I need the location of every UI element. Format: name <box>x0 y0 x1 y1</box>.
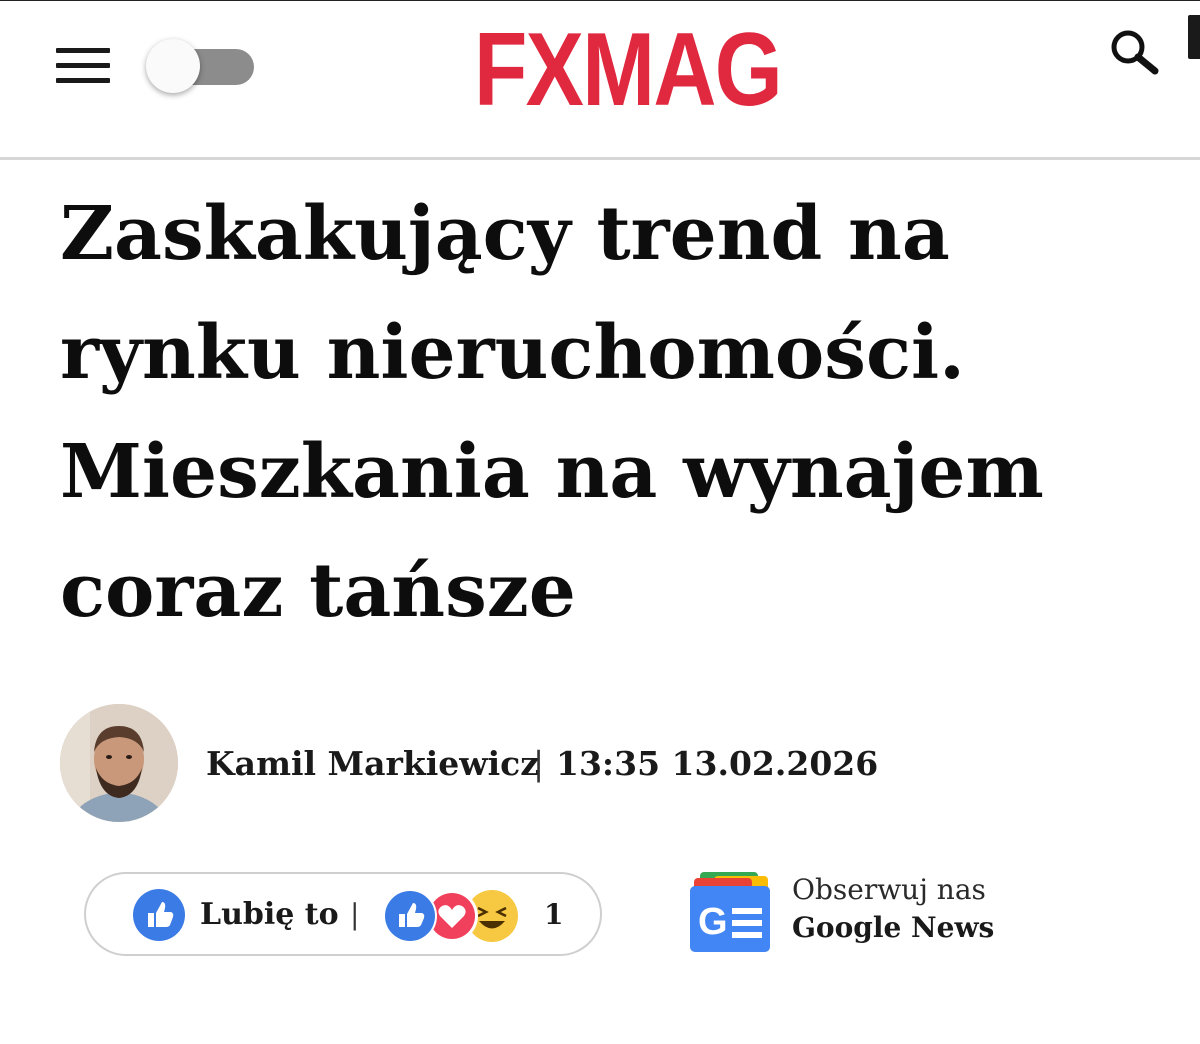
like-button[interactable]: Lubię to <box>200 894 339 936</box>
publish-date: 13.02.2026 <box>671 744 879 783</box>
toggle-knob <box>146 39 200 93</box>
thumbs-up-icon[interactable] <box>133 889 185 941</box>
hamburger-menu-icon[interactable] <box>56 48 110 84</box>
reaction-count: 1 <box>544 898 564 931</box>
search-icon[interactable] <box>1108 28 1162 76</box>
publish-time: 13:35 <box>556 744 661 783</box>
publish-datetime: 13:35 13.02.2026 <box>556 743 878 785</box>
like-separator: | <box>350 898 360 931</box>
meta-separator: | <box>533 744 545 783</box>
like-widget: Lubię to | 1 <box>84 872 602 956</box>
svg-text:G: G <box>698 901 728 943</box>
reaction-icons[interactable] <box>382 888 522 944</box>
google-news-label: Google News <box>792 911 995 944</box>
author-name[interactable]: Kamil Markiewicz <box>206 743 539 785</box>
google-news-icon: G <box>688 870 772 954</box>
author-avatar[interactable] <box>60 704 178 822</box>
site-logo[interactable]: FXMAG <box>474 15 783 125</box>
edge-tab <box>1188 15 1200 59</box>
google-news-follow[interactable]: G Obserwuj nas Google News <box>688 870 994 960</box>
article-title: Zaskakujący trend na rynku nieruchomości… <box>60 191 1044 634</box>
dark-mode-toggle[interactable] <box>146 39 254 93</box>
follow-label: Obserwuj nas <box>792 873 986 906</box>
site-header: FXMAG <box>0 0 1200 160</box>
